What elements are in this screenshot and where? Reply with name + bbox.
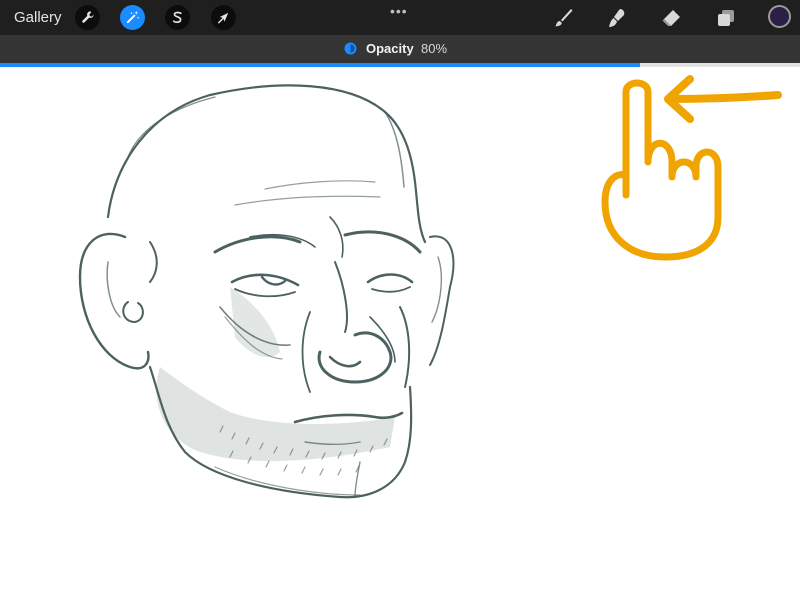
adjustment-label: Opacity xyxy=(366,41,414,56)
transform-button[interactable] xyxy=(211,5,236,30)
brush-icon xyxy=(555,9,573,27)
selection-button[interactable] xyxy=(165,5,190,30)
top-toolbar: Gallery ••• xyxy=(0,0,800,35)
layers-button[interactable] xyxy=(713,5,739,31)
eraser-icon xyxy=(662,10,680,26)
opacity-icon xyxy=(344,42,357,55)
more-menu-handle[interactable]: ••• xyxy=(390,3,408,19)
brush-tool-button[interactable] xyxy=(550,5,576,31)
gallery-button[interactable]: Gallery xyxy=(14,9,62,26)
smudge-tool-button[interactable] xyxy=(604,5,630,31)
layers-icon xyxy=(718,10,734,26)
eraser-tool-button[interactable] xyxy=(658,5,684,31)
drawing-canvas[interactable] xyxy=(0,67,800,600)
selection-s-icon xyxy=(172,11,182,24)
smudge-icon xyxy=(609,9,625,27)
swipe-left-finger-icon xyxy=(601,75,782,261)
adjustments-button[interactable] xyxy=(120,5,145,30)
color-picker-button[interactable] xyxy=(768,5,791,28)
face-sketch xyxy=(78,84,455,499)
transform-arrow-icon xyxy=(218,12,229,24)
adjustment-value: 80% xyxy=(421,41,448,56)
actions-button[interactable] xyxy=(75,5,100,30)
magic-wand-icon xyxy=(126,10,140,24)
wrench-icon xyxy=(81,11,94,24)
